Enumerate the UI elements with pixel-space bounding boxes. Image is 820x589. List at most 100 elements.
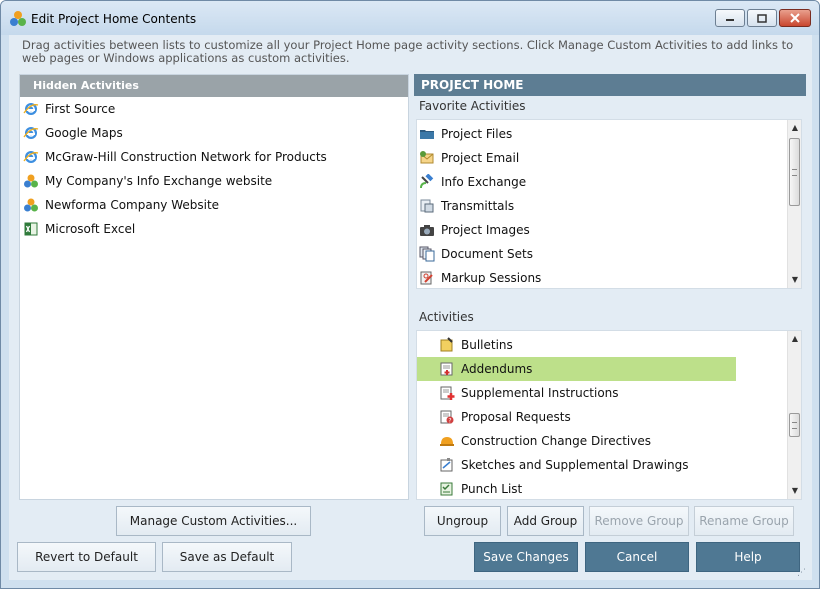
document-sets-icon xyxy=(419,246,435,262)
list-item-label: Newforma Company Website xyxy=(45,198,220,212)
camera-icon xyxy=(420,225,434,236)
revert-to-default-button[interactable]: Revert to Default xyxy=(17,542,156,572)
list-item[interactable]: Markup Sessions xyxy=(417,266,801,288)
sketch-icon xyxy=(440,458,453,472)
instructions-text: Drag activities between lists to customi… xyxy=(22,38,794,65)
list-item[interactable]: Supplemental Instructions xyxy=(417,381,736,405)
satellite-icon xyxy=(420,174,434,189)
newforma-app-icon xyxy=(10,11,26,26)
list-item-label: Punch List xyxy=(461,482,523,496)
list-item-label: Project Email xyxy=(441,151,520,165)
list-item[interactable]: ? Proposal Requests xyxy=(417,405,736,429)
ie-icon xyxy=(23,151,39,163)
title-bar[interactable]: Edit Project Home Contents xyxy=(1,1,819,35)
addendum-icon xyxy=(440,362,453,376)
list-item[interactable]: Document Sets xyxy=(417,242,801,266)
scroll-down-icon[interactable]: ▼ xyxy=(790,275,800,285)
list-item[interactable]: My Company's Info Exchange website xyxy=(20,169,408,193)
list-item-label: Addendums xyxy=(461,362,533,376)
minimize-button[interactable] xyxy=(715,9,745,27)
maximize-button[interactable] xyxy=(747,9,777,27)
rename-group-button[interactable]: Rename Group xyxy=(694,506,794,536)
list-item[interactable]: Project Files xyxy=(417,122,801,146)
ie-icon xyxy=(23,103,39,115)
activities-scrollbar[interactable]: ▲ ▼ xyxy=(787,331,801,499)
list-item-label: Supplemental Instructions xyxy=(461,386,619,400)
manage-custom-activities-button[interactable]: Manage Custom Activities... xyxy=(116,506,311,536)
list-item[interactable]: Microsoft Excel xyxy=(20,217,408,241)
favorite-activities-label: Favorite Activities xyxy=(419,99,526,113)
list-item[interactable]: Project Images xyxy=(417,218,801,242)
remove-group-button[interactable]: Remove Group xyxy=(589,506,689,536)
folder-icon xyxy=(420,130,434,139)
list-item[interactable]: Transmittals xyxy=(417,194,801,218)
scroll-thumb[interactable] xyxy=(789,138,800,206)
proposal-icon: ? xyxy=(440,410,454,425)
list-item-label: My Company's Info Exchange website xyxy=(45,174,273,188)
resize-grip-icon[interactable]: ⋰ xyxy=(797,568,806,578)
scroll-thumb[interactable] xyxy=(789,413,800,437)
close-icon xyxy=(790,13,800,23)
favorite-activities-list[interactable]: Project Files Project Email Info Exchange T… xyxy=(416,119,802,289)
list-item-label: Document Sets xyxy=(441,247,533,261)
activities-list[interactable]: Bulletins Addendums Supplemental Instructi… xyxy=(416,330,802,500)
help-button[interactable]: Help xyxy=(696,542,800,572)
scroll-up-icon[interactable]: ▲ xyxy=(790,334,800,344)
minimize-icon xyxy=(726,19,734,21)
save-changes-button[interactable]: Save Changes xyxy=(474,542,578,572)
list-item[interactable]: Project Email xyxy=(417,146,801,170)
window-title: Edit Project Home Contents xyxy=(31,12,197,26)
dialog-body: Drag activities between lists to customi… xyxy=(9,35,812,580)
hidden-activities-panel[interactable]: Hidden Activities First Source Google Map… xyxy=(19,74,409,500)
list-item[interactable]: Construction Change Directives xyxy=(417,429,736,453)
list-item[interactable]: Sketches and Supplemental Drawings xyxy=(417,453,736,477)
list-item-label: Markup Sessions xyxy=(441,271,542,285)
list-item-label: Project Files xyxy=(441,127,513,141)
supplemental-icon xyxy=(440,386,455,400)
cancel-button[interactable]: Cancel xyxy=(585,542,689,572)
list-item[interactable]: Bulletins xyxy=(417,333,736,357)
ie-icon xyxy=(23,127,39,139)
list-item-label: First Source xyxy=(45,102,116,116)
dialog-window: Edit Project Home Contents Drag activiti… xyxy=(0,0,820,589)
bulletin-icon xyxy=(440,337,453,352)
list-item[interactable]: First Source xyxy=(20,97,408,121)
favorites-scrollbar[interactable]: ▲ ▼ xyxy=(787,120,801,288)
project-home-header: PROJECT HOME xyxy=(414,74,806,96)
excel-icon xyxy=(24,222,38,236)
hidden-activities-list[interactable]: First Source Google Maps McGraw-Hill Const… xyxy=(20,97,408,241)
list-item[interactable]: Newforma Company Website xyxy=(20,193,408,217)
list-item-label: Bulletins xyxy=(461,338,513,352)
list-item[interactable]: Google Maps xyxy=(20,121,408,145)
close-button[interactable] xyxy=(779,9,811,27)
list-item-label: Sketches and Supplemental Drawings xyxy=(461,458,689,472)
list-item[interactable]: Info Exchange xyxy=(417,170,801,194)
list-item-label: Microsoft Excel xyxy=(45,222,136,236)
ungroup-button[interactable]: Ungroup xyxy=(424,506,501,536)
list-item-label: McGraw-Hill Construction Network for Pro… xyxy=(45,150,327,164)
hidden-activities-header: Hidden Activities xyxy=(20,75,408,97)
list-item-label: Construction Change Directives xyxy=(461,434,651,448)
activities-label: Activities xyxy=(419,310,474,324)
transmittal-icon xyxy=(420,199,434,213)
svg-text:?: ? xyxy=(448,418,451,425)
maximize-icon xyxy=(757,13,767,23)
add-group-button[interactable]: Add Group xyxy=(507,506,584,536)
markup-icon xyxy=(420,271,433,285)
email-icon xyxy=(420,151,434,164)
list-item-label: Google Maps xyxy=(45,126,123,140)
list-item[interactable]: Addendums xyxy=(417,357,736,381)
list-item-label: Info Exchange xyxy=(441,175,527,189)
list-item[interactable]: McGraw-Hill Construction Network for Pro… xyxy=(20,145,408,169)
scroll-down-icon[interactable]: ▼ xyxy=(790,486,800,496)
scroll-up-icon[interactable]: ▲ xyxy=(790,123,800,133)
save-as-default-button[interactable]: Save as Default xyxy=(162,542,292,572)
punchlist-icon xyxy=(440,482,453,496)
list-item-label: Proposal Requests xyxy=(461,410,571,424)
newforma-icon xyxy=(24,174,38,188)
list-item-label: Project Images xyxy=(441,223,530,237)
newforma-icon xyxy=(24,198,38,212)
hardhat-icon xyxy=(440,437,454,446)
list-item-label: Transmittals xyxy=(441,199,515,213)
list-item[interactable]: Punch List xyxy=(417,477,736,499)
